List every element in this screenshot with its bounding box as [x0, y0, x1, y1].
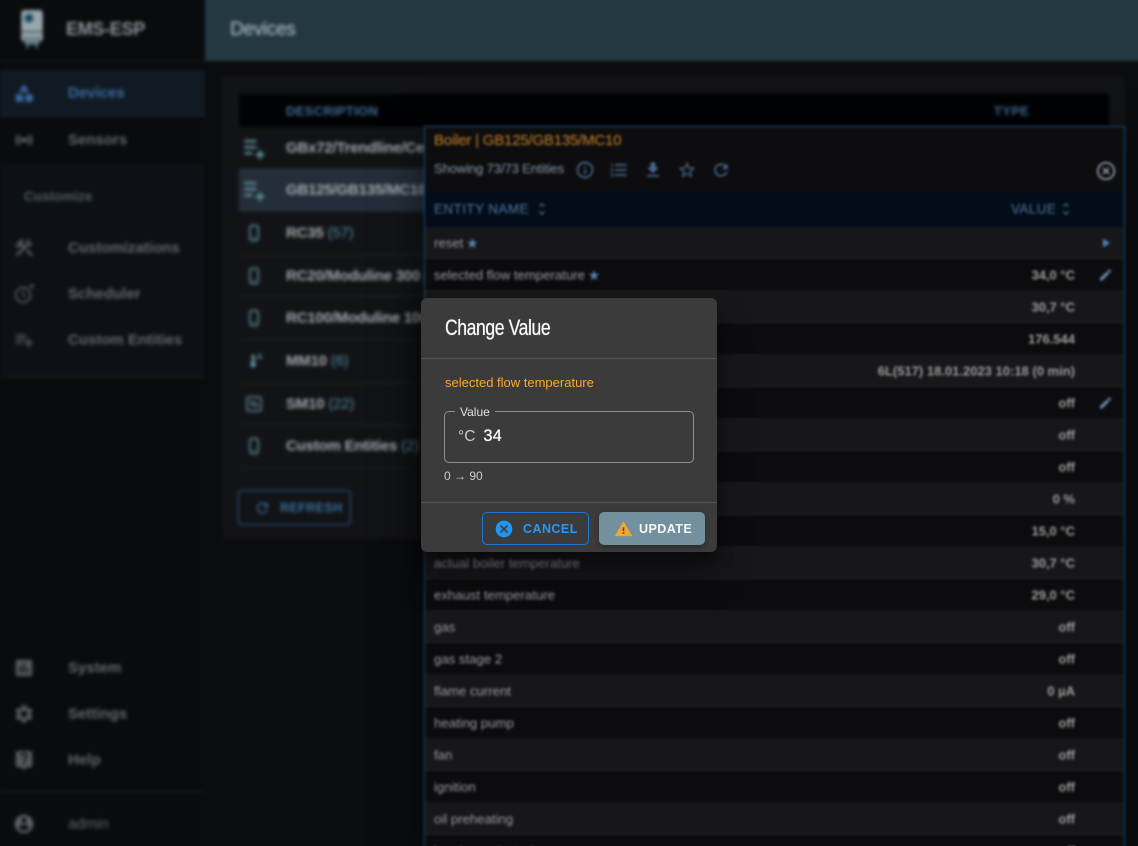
svg-text:A: A [257, 351, 263, 361]
